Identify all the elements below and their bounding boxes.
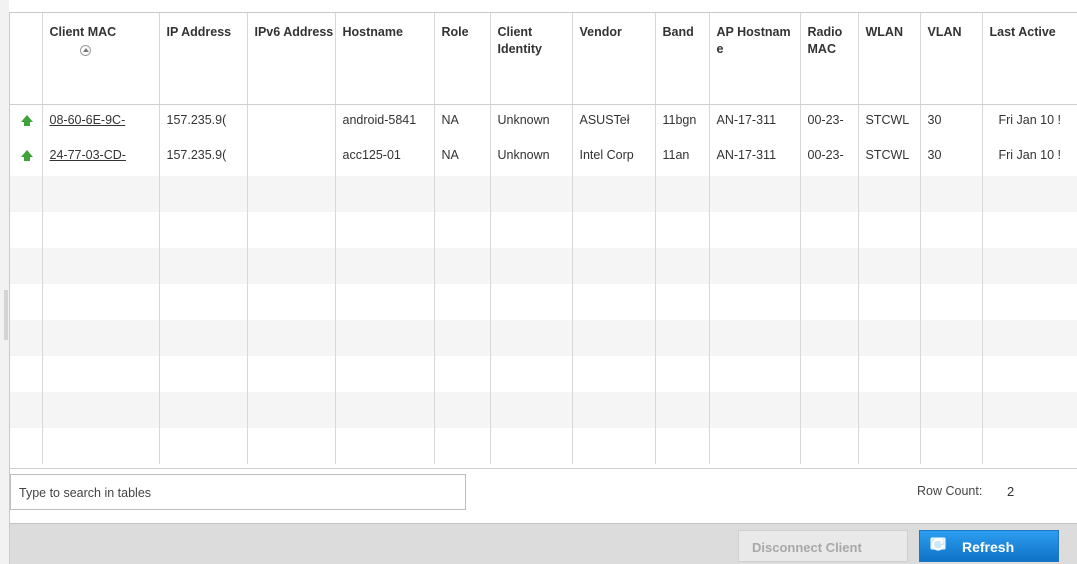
- column-header-radio-mac[interactable]: Radio MAC: [800, 13, 859, 105]
- refresh-icon: [930, 537, 946, 551]
- ip-address-cell: 157.235.9(: [159, 140, 248, 176]
- ip-address-cell: 157.235.9(: [159, 104, 248, 140]
- column-header-role[interactable]: Role: [434, 13, 491, 105]
- last-active-cell: Fri Jan 10 !: [982, 140, 1077, 176]
- wlan-cell: STCWL: [858, 140, 921, 176]
- refresh-button[interactable]: Refresh: [919, 530, 1059, 562]
- client-mac-link[interactable]: 24-77-03-CD-: [50, 148, 126, 162]
- column-header-last-active[interactable]: Last Active: [982, 13, 1077, 105]
- hostname-cell: android-5841: [335, 104, 435, 140]
- empty-row: [10, 176, 1077, 212]
- column-header-label: Client MAC: [49, 25, 117, 39]
- empty-row: [10, 392, 1077, 428]
- radio-mac-cell: 00-23-: [800, 104, 859, 140]
- column-header-band[interactable]: Band: [655, 13, 710, 105]
- refresh-label: Refresh: [962, 539, 1015, 555]
- left-edge-strip: [0, 0, 9, 564]
- column-header-vlan[interactable]: VLAN: [920, 13, 983, 105]
- band-cell: 11an: [655, 140, 710, 176]
- ipv6-address-cell: [247, 104, 336, 140]
- empty-row: [10, 356, 1077, 392]
- disconnect-client-button[interactable]: Disconnect Client: [738, 530, 908, 562]
- row-count-label: Row Count:: [917, 484, 983, 498]
- column-header-ipv6-address[interactable]: IPv6 Address: [247, 13, 336, 105]
- column-header-status: [10, 13, 43, 105]
- last-active-cell: Fri Jan 10 !: [982, 104, 1077, 140]
- column-header-hostname[interactable]: Hostname: [335, 13, 435, 105]
- clients-table: Client MAC IP Address IPv6 Address Hostn…: [10, 13, 1077, 464]
- empty-row: [10, 320, 1077, 356]
- row-count-value: 2: [1007, 484, 1015, 499]
- green-up-arrow-icon: [21, 150, 33, 162]
- role-cell: NA: [434, 140, 491, 176]
- empty-row: [10, 212, 1077, 248]
- empty-row: [10, 284, 1077, 320]
- column-header-vendor[interactable]: Vendor: [572, 13, 656, 105]
- ap-hostname-cell: AN-17-311: [709, 104, 801, 140]
- table-row[interactable]: 08-60-6E-9C- 157.235.9( android-5841 NA …: [10, 104, 1077, 140]
- action-bar: [10, 523, 1077, 564]
- role-cell: NA: [434, 104, 491, 140]
- empty-row: [10, 428, 1077, 464]
- hostname-cell: acc125-01: [335, 140, 435, 176]
- client-identity-cell: Unknown: [490, 104, 573, 140]
- client-identity-cell: Unknown: [490, 140, 573, 176]
- status-cell: [10, 104, 43, 140]
- column-header-ip-address[interactable]: IP Address: [159, 13, 248, 105]
- client-mac-link[interactable]: 08-60-6E-9C-: [50, 113, 126, 127]
- radio-mac-cell: 00-23-: [800, 140, 859, 176]
- client-mac-cell[interactable]: 24-77-03-CD-: [42, 140, 160, 176]
- vendor-cell: ASUSTeł: [572, 104, 656, 140]
- status-cell: [10, 140, 43, 176]
- band-cell: 11bgn: [655, 104, 710, 140]
- sort-ascending-icon[interactable]: [79, 45, 91, 56]
- vlan-cell: 30: [920, 104, 983, 140]
- wlan-cell: STCWL: [858, 104, 921, 140]
- column-header-wlan[interactable]: WLAN: [858, 13, 921, 105]
- table-header-row: Client MAC IP Address IPv6 Address Hostn…: [10, 13, 1077, 105]
- column-header-client-mac[interactable]: Client MAC: [42, 13, 160, 105]
- table-search-input[interactable]: Type to search in tables: [10, 474, 466, 510]
- column-header-ap-hostname[interactable]: AP Hostnam e: [709, 13, 801, 105]
- ipv6-address-cell: [247, 140, 336, 176]
- vlan-cell: 30: [920, 140, 983, 176]
- empty-row: [10, 248, 1077, 284]
- splitter-handle[interactable]: [4, 290, 8, 340]
- table-row[interactable]: 24-77-03-CD- 157.235.9( acc125-01 NA Unk…: [10, 140, 1077, 176]
- column-header-client-identity[interactable]: Client Identity: [490, 13, 573, 105]
- green-up-arrow-icon: [21, 114, 33, 127]
- disconnect-client-label: Disconnect Client: [752, 540, 862, 555]
- vendor-cell: Intel Corp: [572, 140, 656, 176]
- ap-hostname-cell: AN-17-311: [709, 140, 801, 176]
- client-mac-cell[interactable]: 08-60-6E-9C-: [42, 104, 160, 140]
